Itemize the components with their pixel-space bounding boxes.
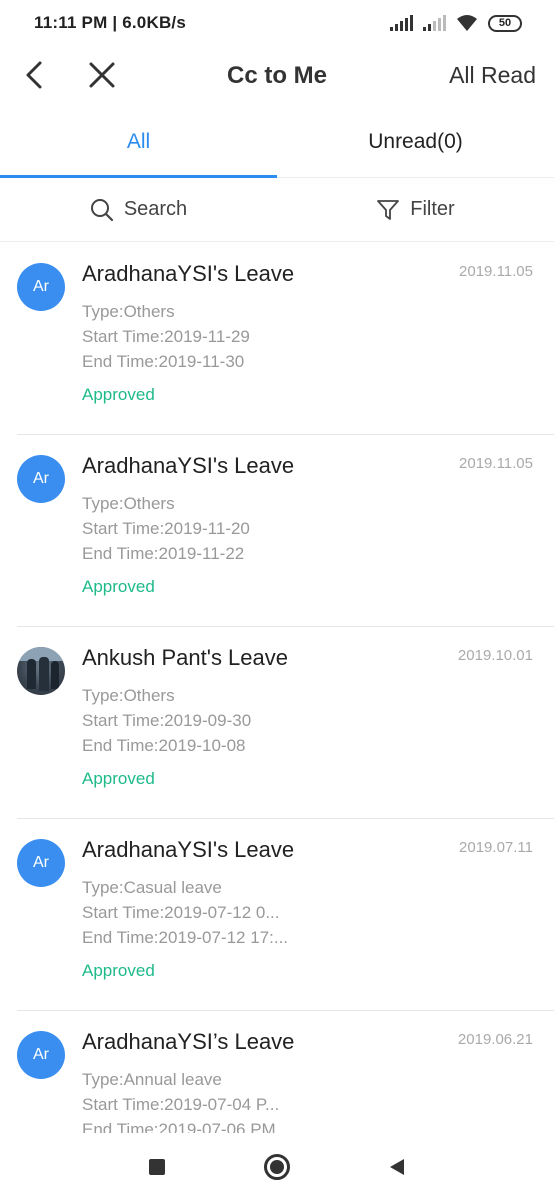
system-back-icon xyxy=(390,1158,404,1175)
item-end-time: End Time:2019-11-22 xyxy=(82,544,245,563)
item-type: Type:Others xyxy=(82,494,175,513)
recents-button[interactable] xyxy=(143,1153,171,1181)
item-end-time: End Time:2019-11-30 xyxy=(82,352,245,371)
item-date: 2019.11.05 xyxy=(459,455,533,472)
item-title: AradhanaYSI's Leave xyxy=(82,837,295,862)
system-nav-bar xyxy=(0,1133,554,1200)
status-badge: Approved xyxy=(82,961,155,980)
item-end-time: End Time:2019-07-06 PM xyxy=(82,1120,276,1133)
item-type: Type:Annual leave xyxy=(82,1070,222,1089)
item-end-time: End Time:2019-07-12 17:... xyxy=(82,928,289,947)
item-start-time: Start Time:2019-07-12 0... xyxy=(82,903,280,922)
filter-icon xyxy=(377,199,400,220)
status-badge: Approved xyxy=(82,385,155,404)
search-label: Search xyxy=(123,198,188,220)
item-start-time: Start Time:2019-09-30 xyxy=(82,711,252,730)
filter-button[interactable]: Filter xyxy=(277,178,554,241)
avatar: Ar xyxy=(17,455,65,503)
list-item[interactable]: Ar AradhanaYSI's Leave 2019.11.05 Type:O… xyxy=(17,243,554,435)
item-title: AradhanaYSI’s Leave xyxy=(82,1029,295,1054)
home-button[interactable] xyxy=(263,1153,291,1181)
item-start-time: Start Time:2019-07-04 P... xyxy=(82,1095,280,1114)
battery-icon: 50 xyxy=(488,14,522,32)
item-title: AradhanaYSI's Leave xyxy=(82,453,295,478)
item-date: 2019.07.11 xyxy=(459,839,533,856)
navbar: Cc to Me All Read xyxy=(0,46,554,108)
item-type: Type:Casual leave xyxy=(82,878,222,897)
tab-all[interactable]: All xyxy=(0,108,277,178)
wifi-icon xyxy=(457,15,477,31)
item-start-time: Start Time:2019-11-20 xyxy=(82,519,250,538)
status-bar: 11:11 PM | 6.0KB/s 50 xyxy=(0,0,554,46)
search-button[interactable]: Search xyxy=(0,178,277,241)
toolbar: Search Filter xyxy=(0,178,554,242)
signal-r-icon xyxy=(390,15,413,31)
avatar-photo xyxy=(17,647,65,695)
item-title: AradhanaYSI's Leave xyxy=(82,261,295,286)
home-icon xyxy=(264,1153,290,1180)
list-item[interactable]: Ankush Pant's Leave 2019.10.01 Type:Othe… xyxy=(17,627,554,819)
item-date: 2019.06.21 xyxy=(457,1031,533,1048)
avatar: Ar xyxy=(17,839,65,887)
status-badge: Approved xyxy=(82,769,155,788)
filter-label: Filter xyxy=(410,198,455,220)
tab-bar: All Unread(0) xyxy=(0,108,554,178)
list-item[interactable]: Ar AradhanaYSI’s Leave 2019.06.21 Type:A… xyxy=(17,1011,554,1133)
item-type: Type:Others xyxy=(82,686,175,705)
tab-unread[interactable]: Unread(0) xyxy=(277,108,554,177)
status-time: 11:11 PM | 6.0KB/s xyxy=(34,13,186,32)
item-end-time: End Time:2019-10-08 xyxy=(82,736,246,755)
item-start-time: Start Time:2019-11-29 xyxy=(82,327,250,346)
status-icons: 50 xyxy=(390,14,522,32)
system-back-button[interactable] xyxy=(383,1153,411,1181)
search-icon xyxy=(90,198,113,221)
signal-icon xyxy=(423,15,446,31)
item-date: 2019.10.01 xyxy=(457,647,533,664)
item-title: Ankush Pant's Leave xyxy=(82,645,289,670)
recents-icon xyxy=(149,1158,165,1175)
avatar: Ar xyxy=(17,263,65,311)
item-date: 2019.11.05 xyxy=(459,263,533,280)
list-item[interactable]: Ar AradhanaYSI's Leave 2019.07.11 Type:C… xyxy=(17,819,554,1011)
status-badge: Approved xyxy=(82,577,155,596)
avatar: Ar xyxy=(17,1031,65,1079)
all-read-button[interactable]: All Read xyxy=(449,62,536,89)
item-type: Type:Others xyxy=(82,302,175,321)
battery-level: 50 xyxy=(498,17,512,29)
leave-list: Ar AradhanaYSI's Leave 2019.11.05 Type:O… xyxy=(0,243,554,1133)
list-item[interactable]: Ar AradhanaYSI's Leave 2019.11.05 Type:O… xyxy=(17,435,554,627)
